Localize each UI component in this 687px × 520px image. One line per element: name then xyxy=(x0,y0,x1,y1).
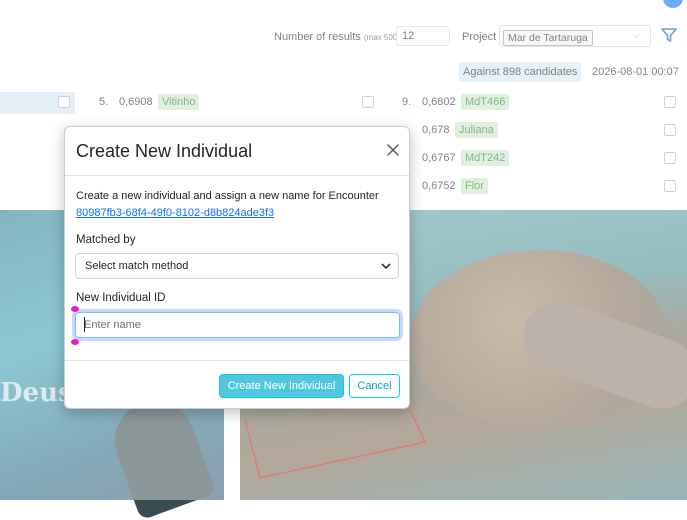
selection-handle-bottom[interactable] xyxy=(71,339,79,345)
match-method-select[interactable]: Select match method xyxy=(75,253,399,279)
modal-footer: Create New Individual Cancel xyxy=(65,360,409,409)
modal-header: Create New Individual xyxy=(65,127,409,176)
encounter-link[interactable]: 80987fb3-68f4-49f0-8102-d8b824ade3f3 xyxy=(76,207,274,219)
new-id-label: New Individual ID xyxy=(76,292,166,304)
create-individual-modal: Create New Individual Create a new indiv… xyxy=(64,126,410,409)
cancel-button[interactable]: Cancel xyxy=(349,374,400,398)
chevron-down-icon xyxy=(381,263,391,270)
match-method-value: Select match method xyxy=(85,260,189,272)
text-caret xyxy=(84,317,85,332)
create-individual-button[interactable]: Create New Individual xyxy=(219,374,344,398)
modal-description: Create a new individual and assign a new… xyxy=(76,188,396,222)
individual-id-input[interactable] xyxy=(75,312,400,338)
description-text: Create a new individual and assign a new… xyxy=(76,190,379,202)
matched-by-label: Matched by xyxy=(76,234,136,246)
modal-title: Create New Individual xyxy=(76,141,253,161)
selection-handle-top[interactable] xyxy=(71,306,79,312)
close-icon[interactable] xyxy=(385,142,401,158)
